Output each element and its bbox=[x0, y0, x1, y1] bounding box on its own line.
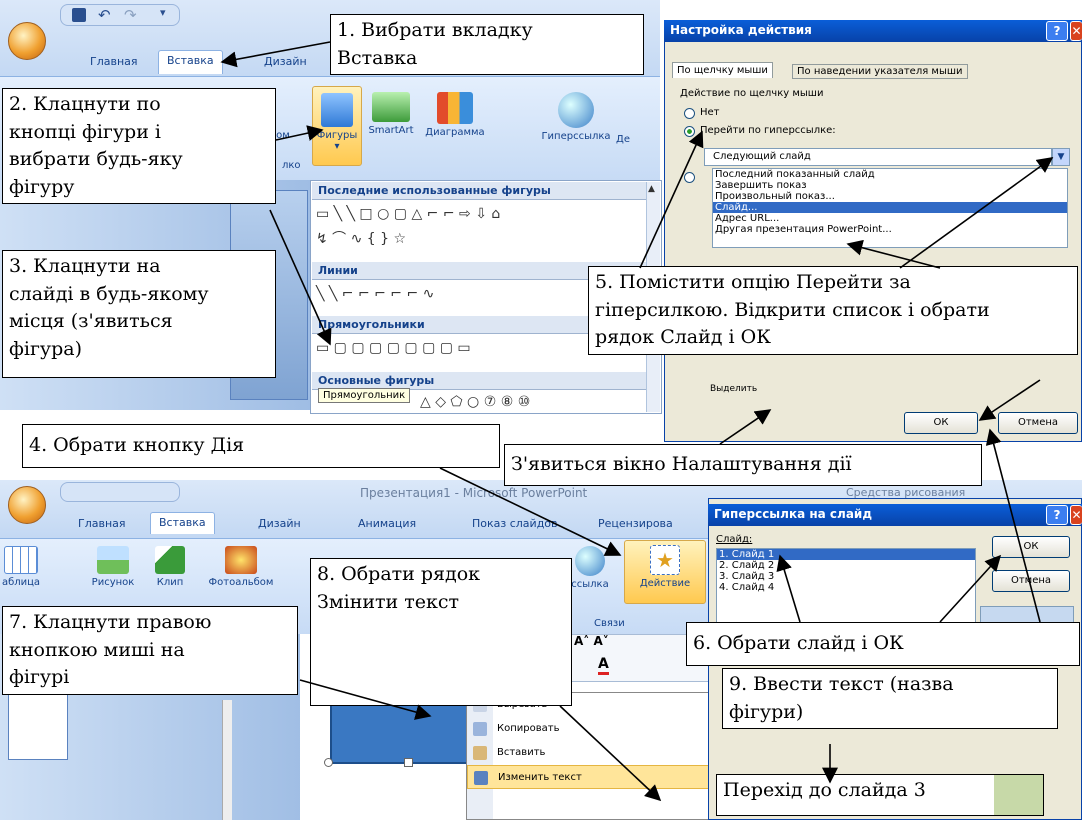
arrow-ok-chain bbox=[985, 428, 1041, 623]
arrow-step-7 bbox=[299, 679, 432, 720]
arrow-step-8 bbox=[559, 705, 662, 802]
arrow-window bbox=[719, 409, 772, 445]
arrow-step-5b bbox=[899, 157, 1054, 269]
arrow-step-5d bbox=[978, 379, 1041, 421]
arrow-step-1 bbox=[220, 41, 331, 68]
arrow-step-5c bbox=[846, 239, 941, 269]
arrows-overlay bbox=[220, 41, 1054, 802]
arrow-step-2 bbox=[275, 125, 324, 141]
arrow-step-4 bbox=[439, 467, 622, 556]
arrow-step-6b bbox=[939, 554, 1002, 623]
arrow-step-6a bbox=[776, 554, 801, 623]
arrow-step-3 bbox=[269, 209, 332, 346]
arrow-step-5a bbox=[639, 130, 704, 269]
